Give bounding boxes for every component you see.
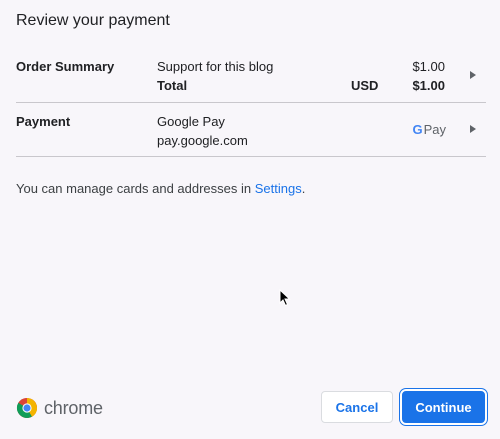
dialog-title: Review your payment [16,12,170,29]
mouse-cursor-icon [279,289,291,307]
payment-label: Payment [16,114,71,129]
cancel-button[interactable]: Cancel [321,391,393,423]
order-summary-label: Order Summary [16,59,115,74]
order-summary-row[interactable]: Order Summary Support for this blog $1.0… [16,52,486,103]
google-pay-logo: GPay [412,122,446,137]
order-total-price: $1.00 [412,78,445,93]
chrome-wordmark: chrome [44,397,103,418]
chrome-logo-icon [17,398,38,418]
order-item-name: Support for this blog [157,59,274,74]
info-text: You can manage cards and addresses in [16,181,255,196]
info-suffix: . [301,181,306,196]
chevron-right-icon[interactable] [470,125,476,133]
manage-cards-info: You can manage cards and addresses in Se… [16,181,305,196]
payment-row[interactable]: Payment Google Pay pay.google.com GPay [16,103,486,157]
google-pay-logo-text: Pay [423,122,446,137]
continue-button[interactable]: Continue [402,391,485,423]
payment-dialog: Review your payment Order Summary Suppor… [0,0,500,439]
payment-method-name: Google Pay [157,114,225,129]
order-total-label: Total [157,78,188,93]
google-g-icon: G [412,122,423,137]
order-item-price: $1.00 [412,59,445,74]
order-currency: USD [351,78,379,93]
chevron-right-icon[interactable] [470,71,476,79]
settings-link[interactable]: Settings [255,181,302,196]
chrome-branding: chrome [16,397,103,419]
payment-method-domain: pay.google.com [157,133,248,148]
